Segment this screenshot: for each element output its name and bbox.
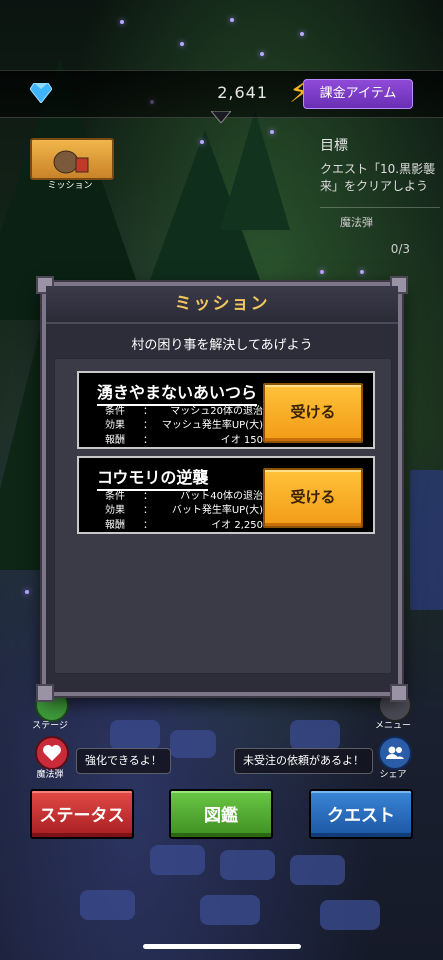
stage-label: ステージ <box>32 721 68 731</box>
reward-key: 報酬 <box>105 520 125 531</box>
encyclopedia-button[interactable]: 図鑑 <box>169 789 273 839</box>
menu-label: メニュー <box>374 721 411 731</box>
effect-key: 効果 <box>105 505 125 516</box>
mission-card: コウモリの逆襲 条件： バット40体の退治 効果： バット発生率UP(大) 報酬… <box>77 456 375 534</box>
mission-card: 湧きやまないあいつら 条件： マッシュ20体の退治 効果： マッシュ発生率UP(… <box>77 371 375 449</box>
gem-count: 2,641 <box>217 83 268 102</box>
quest-hint-bubble: 未受注の依頼があるよ！ <box>234 748 373 774</box>
objective-panel[interactable]: 目標 クエスト「10.黒影襲来」をクリアしよう 魔法弾 0/3 <box>320 135 440 256</box>
home-indicator[interactable] <box>143 944 301 949</box>
effect-value: バット発生率UP(大) <box>171 505 263 516</box>
objective-divider <box>320 207 440 208</box>
dialog-subtitle: 村の困り事を解決してあげよう <box>131 338 313 353</box>
magic-bullet-button[interactable] <box>35 736 69 770</box>
heart-icon <box>43 745 61 761</box>
mission-icon-button[interactable] <box>30 138 114 180</box>
accept-mission-button[interactable]: 受ける <box>263 383 363 443</box>
quest-button[interactable]: クエスト <box>309 789 413 839</box>
reward-key: 報酬 <box>105 435 125 446</box>
diamond-gem-icon <box>30 83 52 103</box>
status-button[interactable]: ステータス <box>30 789 134 839</box>
effect-key: 効果 <box>105 420 125 431</box>
corner-ornament <box>36 684 54 702</box>
reward-value: イオ 2,250 <box>211 520 263 531</box>
objective-progress: 0/3 <box>390 242 410 256</box>
share-button[interactable] <box>378 736 412 770</box>
accept-mission-button[interactable]: 受ける <box>263 468 363 528</box>
objective-heading: 目標 <box>320 138 348 154</box>
condition-value: マッシュ20体の退治 <box>170 406 263 417</box>
mission-icon-label: ミッション <box>47 181 93 191</box>
mission-list: 湧きやまないあいつら 条件： マッシュ20体の退治 効果： マッシュ発生率UP(… <box>54 358 392 674</box>
dialog-title: ミッション <box>46 286 398 324</box>
objective-target: 魔法弾 <box>340 216 373 229</box>
reward-value: イオ 150 <box>220 435 263 446</box>
mission-dialog: ミッション 村の困り事を解決してあげよう 湧きやまないあいつら 条件： マッシュ… <box>36 276 408 702</box>
condition-key: 条件 <box>105 406 125 417</box>
objective-text: クエスト「10.黒影襲来」をクリアしよう <box>320 162 436 193</box>
effect-value: マッシュ発生率UP(大) <box>161 420 263 431</box>
mission-bag-icon <box>53 150 89 174</box>
users-icon <box>386 746 404 759</box>
upgrade-hint-bubble: 強化できるよ！ <box>76 748 171 774</box>
magic-bullet-label: 魔法弾 <box>36 770 64 780</box>
condition-key: 条件 <box>105 491 125 502</box>
condition-value: バット40体の退治 <box>180 491 263 502</box>
corner-ornament <box>390 684 408 702</box>
premium-items-button[interactable]: 課金アイテム <box>303 79 413 109</box>
topbar-notch-ornament <box>211 111 231 123</box>
